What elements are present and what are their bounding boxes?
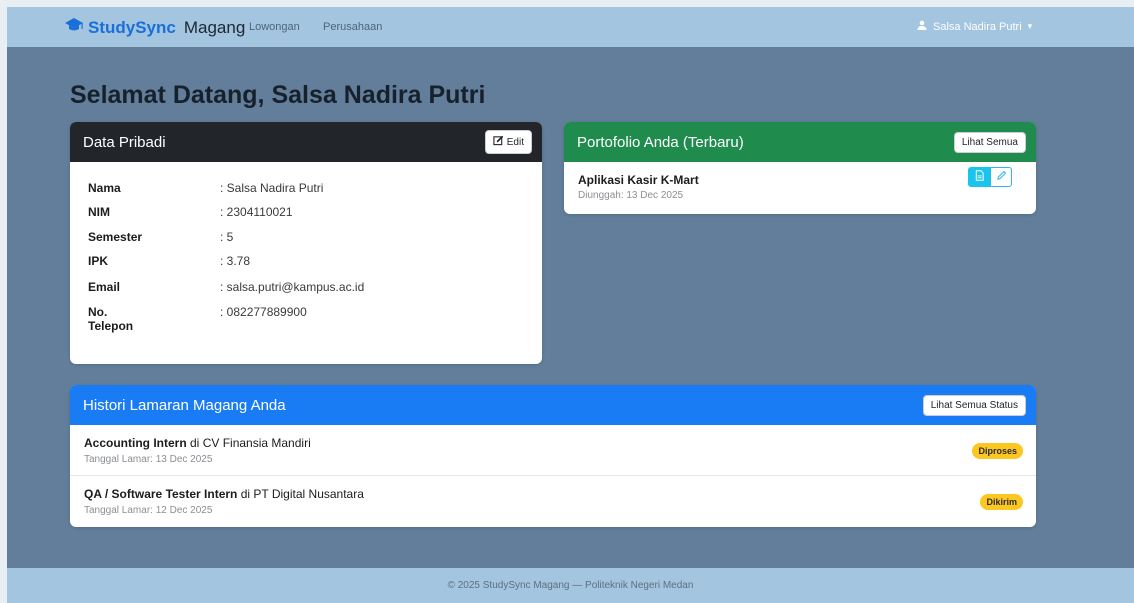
application-row[interactable]: Accounting Intern di CV Finansia Mandiri… [70, 425, 1036, 476]
footer: © 2025 StudySync Magang — Politeknik Neg… [7, 568, 1134, 603]
info-label: No. Telepon [88, 305, 134, 333]
info-value: : salsa.putri@kampus.ac.id [220, 280, 365, 294]
info-label: Email [88, 280, 121, 294]
application-title: QA / Software Tester Intern di PT Digita… [84, 487, 1036, 501]
application-row[interactable]: QA / Software Tester Intern di PT Digita… [70, 476, 1036, 527]
view-all-status-button[interactable]: Lihat Semua Status [922, 394, 1026, 416]
personal-data-title: Data Pribadi [83, 133, 166, 151]
user-name: Salsa Nadira Putri [933, 20, 1022, 33]
status-badge: Diproses [972, 443, 1023, 459]
edit-portfolio-button[interactable] [990, 167, 1012, 187]
application-company: CV Finansia Mandiri [202, 436, 311, 450]
personal-data-card: Data Pribadi Edit Nama : Salsa Nadira Pu… [70, 122, 542, 364]
application-company: PT Digital Nusantara [253, 487, 364, 501]
application-position: Accounting Intern [84, 436, 187, 450]
info-value: : 3.78 [220, 254, 251, 268]
pencil-square-icon [493, 135, 504, 149]
brand-link[interactable]: StudySync Magang [64, 17, 245, 38]
application-history-title: Histori Lamaran Magang Anda [83, 396, 286, 414]
application-connector: di [186, 436, 203, 450]
portfolio-item-title: Aplikasi Kasir K-Mart [578, 173, 699, 187]
file-icon [974, 168, 985, 186]
edit-button[interactable]: Edit [484, 130, 532, 154]
portfolio-card: Portofolio Anda (Terbaru) Lihat Semua Ap… [564, 122, 1036, 214]
user-icon [917, 20, 927, 33]
application-date: Tanggal Lamar: 13 Dec 2025 [84, 454, 213, 465]
page: StudySync Magang Lowongan Perusahaan Sal… [7, 7, 1134, 603]
user-dropdown[interactable]: Salsa Nadira Putri ▾ [917, 20, 1032, 33]
portfolio-title: Portofolio Anda (Terbaru) [577, 133, 744, 151]
info-label: Nama [88, 181, 121, 195]
info-value: : 5 [220, 230, 234, 244]
status-badge: Dikirim [980, 494, 1023, 510]
pencil-icon [996, 168, 1007, 186]
info-value: : Salsa Nadira Putri [220, 181, 324, 195]
application-history-card: Histori Lamaran Magang Anda Lihat Semua … [70, 385, 1036, 527]
info-label: IPK [88, 254, 109, 268]
brand-primary: StudySync [88, 17, 176, 37]
portfolio-item-date: Diunggah: 13 Dec 2025 [578, 190, 684, 201]
application-connector: di [237, 487, 254, 501]
application-date: Tanggal Lamar: 12 Dec 2025 [84, 505, 213, 516]
portfolio-item: Aplikasi Kasir K-Mart Diunggah: 13 Dec 2… [578, 173, 699, 201]
info-label: Semester [88, 230, 143, 244]
info-value: : 2304110021 [220, 205, 293, 219]
view-document-button[interactable] [968, 167, 990, 187]
graduation-cap-icon [64, 17, 84, 38]
portfolio-actions [968, 167, 1012, 187]
nav-link-perusahaan[interactable]: Perusahaan [323, 21, 382, 33]
portfolio-header: Portofolio Anda (Terbaru) Lihat Semua [564, 122, 1036, 162]
personal-data-header: Data Pribadi Edit [70, 122, 542, 162]
application-position: QA / Software Tester Intern [84, 487, 238, 501]
application-history-header: Histori Lamaran Magang Anda Lihat Semua … [70, 385, 1036, 425]
view-all-portfolio-button[interactable]: Lihat Semua [953, 131, 1026, 153]
brand-secondary: Magang [183, 17, 246, 37]
application-title: Accounting Intern di CV Finansia Mandiri [84, 436, 1036, 450]
navbar: StudySync Magang Lowongan Perusahaan Sal… [7, 7, 1134, 47]
page-title: Selamat Datang, Salsa Nadira Putri [70, 81, 486, 109]
info-label: NIM [88, 205, 110, 219]
info-value: : 082277889900 [220, 305, 307, 319]
chevron-down-icon: ▾ [1027, 21, 1033, 31]
edit-label: Edit [506, 136, 524, 148]
nav-link-lowongan[interactable]: Lowongan [249, 21, 300, 33]
